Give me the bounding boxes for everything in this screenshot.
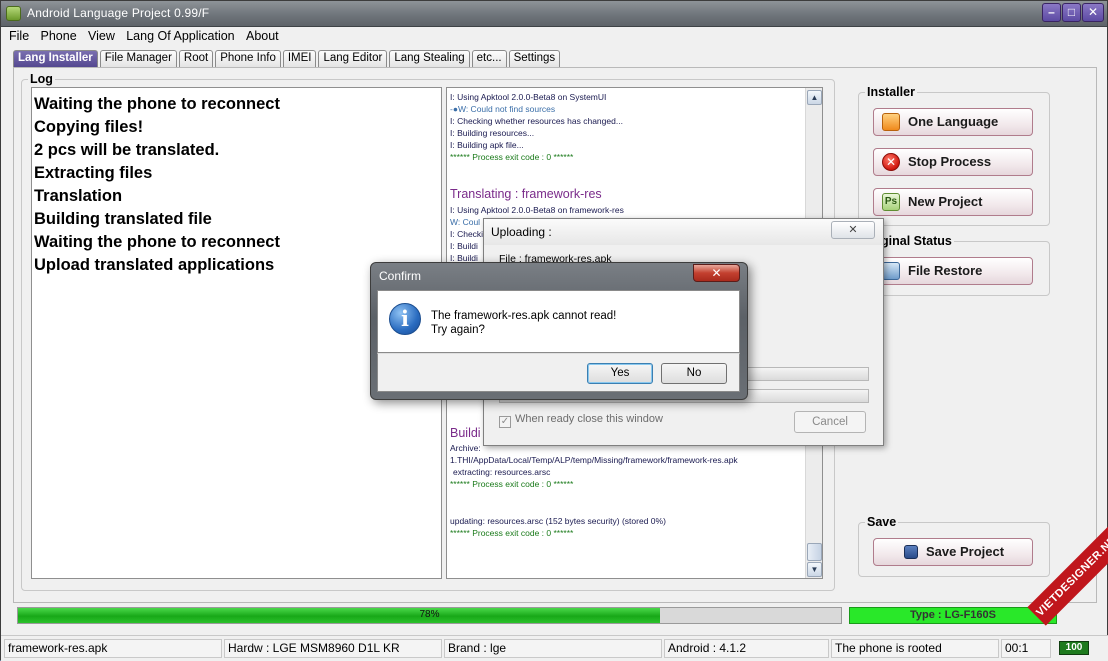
uploading-title-bar: Uploading : ✕ xyxy=(484,219,883,245)
confirm-message: The framework-res.apk cannot read! Try a… xyxy=(431,309,616,337)
original-status-label: ginal Status xyxy=(879,234,954,248)
log-heading: Translating : framework-res xyxy=(450,187,602,201)
menu-bar: File Phone View Lang Of Application Abou… xyxy=(5,28,283,46)
log-line: I: Using Apktool 2.0.0-Beta8 on framewor… xyxy=(450,205,624,215)
tab-root[interactable]: Root xyxy=(178,50,214,67)
info-icon: i xyxy=(389,303,421,335)
confirm-body: i The framework-res.apk cannot read! Try… xyxy=(377,290,740,353)
maximize-button[interactable]: □ xyxy=(1062,3,1081,22)
file-restore-button[interactable]: File Restore xyxy=(873,257,1033,285)
status-brand: Brand : lge xyxy=(444,639,662,658)
confirm-dialog: Confirm ✕ i The framework-res.apk cannot… xyxy=(370,262,748,400)
confirm-message-line: The framework-res.apk cannot read! xyxy=(431,310,617,322)
log-entry: Copying files! xyxy=(34,118,144,136)
log-line: I: Using Apktool 2.0.0-Beta8 on SystemUI xyxy=(450,92,607,102)
menu-lang-of-application[interactable]: Lang Of Application xyxy=(122,28,238,43)
uploading-cancel-button[interactable]: Cancel xyxy=(794,411,866,433)
status-time: 00:1 xyxy=(1001,639,1051,658)
log-line: I: Building apk file... xyxy=(450,140,524,150)
log-entry: Extracting files xyxy=(34,164,153,182)
status-bar: framework-res.apk Hardw : LGE MSM8960 D1… xyxy=(1,635,1108,661)
uploading-close-button[interactable]: ✕ xyxy=(831,221,875,239)
tab-lang-installer[interactable]: Lang Installer xyxy=(13,50,98,68)
log-line: I: Checki xyxy=(450,229,484,239)
speech-bubble-icon xyxy=(882,113,900,131)
log-line: extracting: resources.arsc xyxy=(453,467,551,477)
status-hardware: Hardw : LGE MSM8960 D1L KR xyxy=(224,639,442,658)
confirm-button-bar: Yes No xyxy=(377,353,740,392)
progress-percent: 78% xyxy=(419,609,440,620)
tab-lang-stealing[interactable]: Lang Stealing xyxy=(389,50,470,67)
menu-view[interactable]: View xyxy=(84,28,119,43)
android-app-icon xyxy=(6,6,21,21)
battery-icon: 100 xyxy=(1059,641,1089,655)
minimize-button[interactable]: – xyxy=(1042,3,1061,22)
installer-group-label: Installer xyxy=(865,85,917,99)
tab-phone-info[interactable]: Phone Info xyxy=(215,50,281,67)
confirm-close-button[interactable]: ✕ xyxy=(693,264,740,282)
log-heading: Buildi xyxy=(450,426,481,440)
status-file: framework-res.apk xyxy=(4,639,222,658)
log-line: ****** Process exit code : 0 ****** xyxy=(450,479,574,489)
status-root: The phone is rooted xyxy=(831,639,999,658)
log-line: ****** Process exit code : 0 ****** xyxy=(450,152,574,162)
scroll-down-icon[interactable]: ▼ xyxy=(807,562,822,577)
tab-lang-editor[interactable]: Lang Editor xyxy=(318,50,388,67)
menu-phone[interactable]: Phone xyxy=(37,28,81,43)
log-entry: Translation xyxy=(34,187,123,205)
close-button[interactable]: ✕ xyxy=(1082,3,1104,22)
status-android-version: Android : 4.1.2 xyxy=(664,639,829,658)
log-line: updating: resources.arsc (152 bytes secu… xyxy=(450,516,666,526)
confirm-message-line: Try again? xyxy=(431,324,485,336)
log-line: I: Building resources... xyxy=(450,128,535,138)
log-line: 1.THI/AppData/Local/Temp/ALP/temp/Missin… xyxy=(450,455,738,465)
uploading-title: Uploading : xyxy=(491,225,552,239)
log-group-label: Log xyxy=(28,72,55,86)
scroll-thumb[interactable] xyxy=(807,543,822,561)
new-project-button[interactable]: Ps New Project xyxy=(873,188,1033,216)
log-line: Archive: xyxy=(450,443,481,453)
device-type-label: Type : LG-F160S xyxy=(849,607,1057,624)
save-group-label: Save xyxy=(865,515,899,529)
tab-imei[interactable]: IMEI xyxy=(282,50,317,67)
log-entry: 2 pcs will be translated. xyxy=(34,141,220,159)
one-language-button[interactable]: One Language xyxy=(873,108,1033,136)
checkbox-check-icon: ✓ xyxy=(499,416,511,428)
log-entry: Waiting the phone to reconnect xyxy=(34,233,280,251)
tab-bar: Lang Installer File Manager Root Phone Info… xyxy=(13,50,562,68)
title-bar: Android Language Project 0.99/F – □ ✕ xyxy=(1,1,1107,27)
tab-settings[interactable]: Settings xyxy=(508,50,561,67)
close-when-ready-checkbox[interactable]: ✓ When ready close this window xyxy=(499,413,663,428)
log-entry: Waiting the phone to reconnect xyxy=(34,95,280,113)
overall-progress-bar: 78% xyxy=(17,607,842,624)
stop-icon: ✕ xyxy=(882,153,900,171)
log-line: I: Buildi xyxy=(450,241,478,251)
menu-file[interactable]: File xyxy=(5,28,33,43)
log-line: ****** Process exit code : 0 ****** xyxy=(450,528,574,538)
log-entry: Building translated file xyxy=(34,210,212,228)
save-project-button[interactable]: Save Project xyxy=(873,538,1033,566)
log-line: W: Coul xyxy=(450,217,481,227)
window-title: Android Language Project 0.99/F xyxy=(27,6,210,20)
tab-file-manager[interactable]: File Manager xyxy=(99,50,177,67)
log-line: -●W: Could not find sources xyxy=(450,104,556,114)
yes-button[interactable]: Yes xyxy=(587,363,653,384)
new-project-icon: Ps xyxy=(882,193,900,211)
file-restore-icon xyxy=(882,262,900,280)
log-line: I: Checking whether resources has change… xyxy=(450,116,623,126)
scroll-up-icon[interactable]: ▲ xyxy=(807,90,822,105)
floppy-disk-icon xyxy=(904,545,918,559)
menu-about[interactable]: About xyxy=(242,28,283,43)
no-button[interactable]: No xyxy=(661,363,727,384)
tab-etc[interactable]: etc... xyxy=(471,50,507,67)
confirm-title: Confirm xyxy=(379,269,422,283)
stop-process-button[interactable]: ✕ Stop Process xyxy=(873,148,1033,176)
